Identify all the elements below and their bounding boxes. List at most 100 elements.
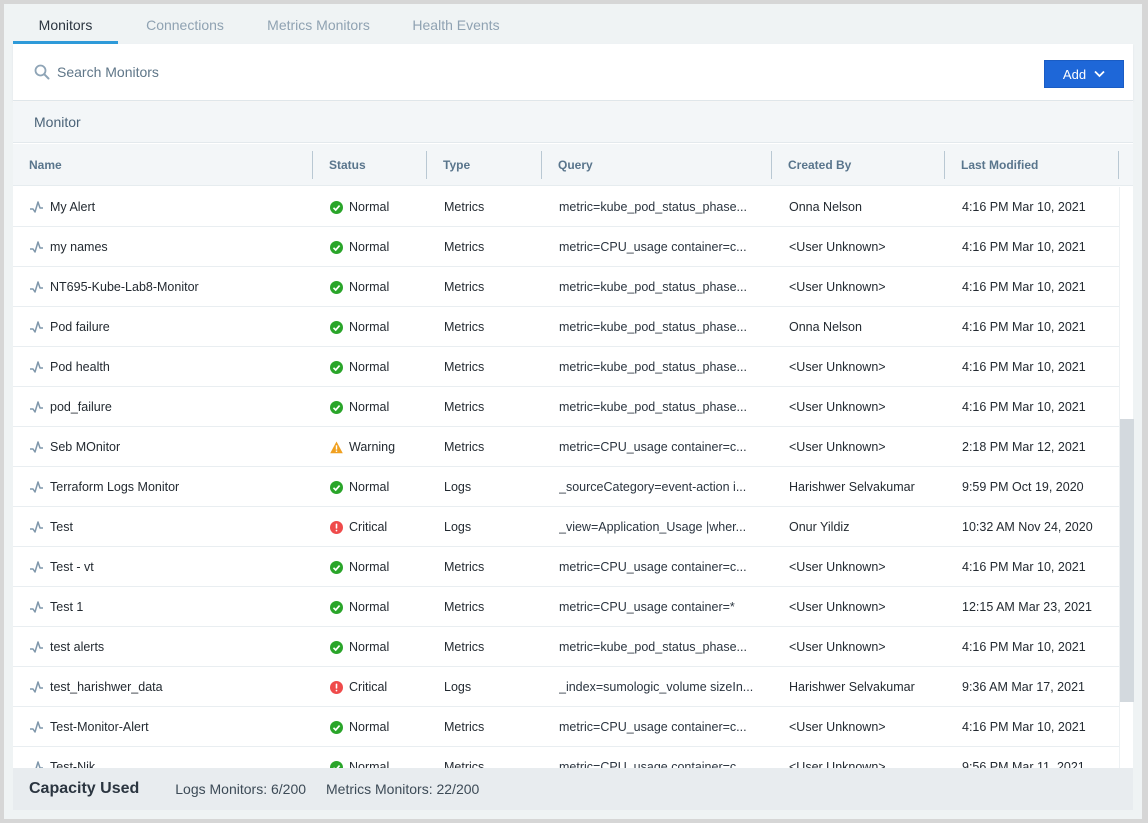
monitor-name[interactable]: Test-Monitor-Alert [50,707,149,747]
status-text: Normal [349,280,390,294]
monitor-name-cell[interactable]: Test - vt [29,547,309,587]
capacity-title: Capacity Used [29,780,140,797]
column-header-last-modified[interactable]: Last Modified [945,144,1119,186]
table-row[interactable]: Pod health Normal Metrics metric=kube_pod_s… [13,347,1119,387]
app-window: Monitors Connections Metrics Monitors He… [4,4,1142,819]
table-row[interactable]: Terraform Logs Monitor Normal Logs _sourceC… [13,467,1119,507]
type-cell: Metrics [444,440,485,454]
monitor-name[interactable]: Test-Nik [50,747,95,768]
query-cell: metric=kube_pod_status_phase... [559,280,747,294]
status-cell: Normal [330,707,430,747]
monitor-name[interactable]: Test - vt [50,547,94,587]
column-header-created-by[interactable]: Created By [772,144,945,186]
tab-connections[interactable]: Connections [118,4,252,44]
monitor-name[interactable]: pod_failure [50,387,112,427]
status-cell: Normal [330,267,430,307]
monitor-name[interactable]: My Alert [50,187,95,227]
logs-monitors-capacity: Logs Monitors: 6/200 [175,781,307,797]
created-by-cell: <User Unknown> [789,400,886,414]
monitor-name-cell[interactable]: NT695-Kube-Lab8-Monitor [29,267,309,307]
status-cell: Normal [330,307,430,347]
tab-health-events[interactable]: Health Events [385,4,527,44]
table-row[interactable]: pod_failure Normal Metrics metric=kube_pod_… [13,387,1119,427]
status-normal-icon [330,600,343,614]
table-row[interactable]: test alerts Normal Metrics metric=kube_pod_… [13,627,1119,667]
monitor-name-cell[interactable]: Terraform Logs Monitor [29,467,309,507]
monitor-name-cell[interactable]: Pod failure [29,307,309,347]
monitor-name-cell[interactable]: Seb MOnitor [29,427,309,467]
status-critical-icon [330,520,343,534]
monitor-name-cell[interactable]: Test 1 [29,587,309,627]
monitor-name-cell[interactable]: my names [29,227,309,267]
monitor-name-cell[interactable]: test alerts [29,627,309,667]
type-cell: Metrics [444,240,485,254]
monitor-name[interactable]: Pod health [50,347,110,387]
monitor-name-cell[interactable]: pod_failure [29,387,309,427]
add-button-label: Add [1062,66,1087,82]
type-cell: Metrics [444,320,485,334]
query-cell: metric=CPU_usage container=c... [559,560,747,574]
status-cell: Normal [330,747,430,768]
tab-metrics-monitors[interactable]: Metrics Monitors [252,4,385,44]
table-row[interactable]: Test-Nik Normal Metrics metric=CPU_usage co… [13,747,1119,768]
status-normal-icon [330,400,343,414]
last-modified-cell: 4:16 PM Mar 10, 2021 [962,320,1086,334]
query-cell: metric=CPU_usage container=c... [559,240,747,254]
table-row[interactable]: Test-Monitor-Alert Normal Metrics metric=CP… [13,707,1119,747]
last-modified-cell: 4:16 PM Mar 10, 2021 [962,400,1086,414]
created-by-cell: <User Unknown> [789,640,886,654]
monitor-name-cell[interactable]: Test [29,507,309,547]
search-bar: Add [13,44,1133,101]
monitor-pulse-icon [30,641,43,653]
column-header-status[interactable]: Status [313,144,427,186]
monitor-name-cell[interactable]: Test-Monitor-Alert [29,707,309,747]
table-row[interactable]: NT695-Kube-Lab8-Monitor Normal Metrics metr… [13,267,1119,307]
table-row[interactable]: Test 1 Normal Metrics metric=CPU_usage cont… [13,587,1119,627]
status-cell: Normal [330,587,430,627]
monitor-name-cell[interactable]: Test-Nik [29,747,309,768]
monitor-name-cell[interactable]: Pod health [29,347,309,387]
monitor-name[interactable]: my names [50,227,108,267]
status-text: Normal [349,400,390,414]
table-row[interactable]: Test Critical Logs _view=Application_Usage … [13,507,1119,547]
last-modified-cell: 9:59 PM Oct 19, 2020 [962,480,1084,494]
add-button[interactable]: Add [1044,60,1124,88]
monitor-pulse-icon [30,521,43,533]
monitor-name[interactable]: Test [50,507,73,547]
status-cell: Normal [330,387,430,427]
type-cell: Metrics [444,640,485,654]
table-row[interactable]: my names Normal Metrics metric=CPU_usage co… [13,227,1119,267]
scrollbar-thumb[interactable] [1120,419,1134,702]
type-cell: Metrics [444,600,485,614]
monitor-name-cell[interactable]: test_harishwer_data [29,667,309,707]
column-header-query[interactable]: Query [542,144,772,186]
monitor-name[interactable]: Test 1 [50,587,83,627]
search-input[interactable] [57,60,457,84]
monitor-name[interactable]: Terraform Logs Monitor [50,467,179,507]
column-header-type[interactable]: Type [427,144,542,186]
monitor-name[interactable]: NT695-Kube-Lab8-Monitor [50,267,199,307]
status-text: Normal [349,640,390,654]
tab-monitors[interactable]: Monitors [13,4,118,44]
monitor-name[interactable]: Pod failure [50,307,110,347]
status-cell: Warning [330,427,430,467]
status-cell: Normal [330,467,430,507]
status-text: Normal [349,720,390,734]
last-modified-cell: 9:36 AM Mar 17, 2021 [962,680,1085,694]
table-row[interactable]: Seb MOnitor Warning Metrics metric=CPU_usag… [13,427,1119,467]
type-cell: Metrics [444,400,485,414]
query-cell: metric=CPU_usage container=* [559,600,735,614]
status-text: Normal [349,200,390,214]
table-row[interactable]: Pod failure Normal Metrics metric=kube_pod_… [13,307,1119,347]
query-cell: metric=kube_pod_status_phase... [559,320,747,334]
table-row[interactable]: test_harishwer_data Critical Logs _index=su… [13,667,1119,707]
table-row[interactable]: My Alert Normal Metrics metric=kube_pod_sta… [13,187,1119,227]
monitor-name[interactable]: test_harishwer_data [50,667,163,707]
monitor-name-cell[interactable]: My Alert [29,187,309,227]
monitor-name[interactable]: test alerts [50,627,104,667]
column-header-name[interactable]: Name [13,144,313,186]
monitor-name[interactable]: Seb MOnitor [50,427,120,467]
table-row[interactable]: Test - vt Normal Metrics metric=CPU_usage c… [13,547,1119,587]
scrollbar-track[interactable] [1119,187,1134,768]
status-normal-icon [330,360,343,374]
